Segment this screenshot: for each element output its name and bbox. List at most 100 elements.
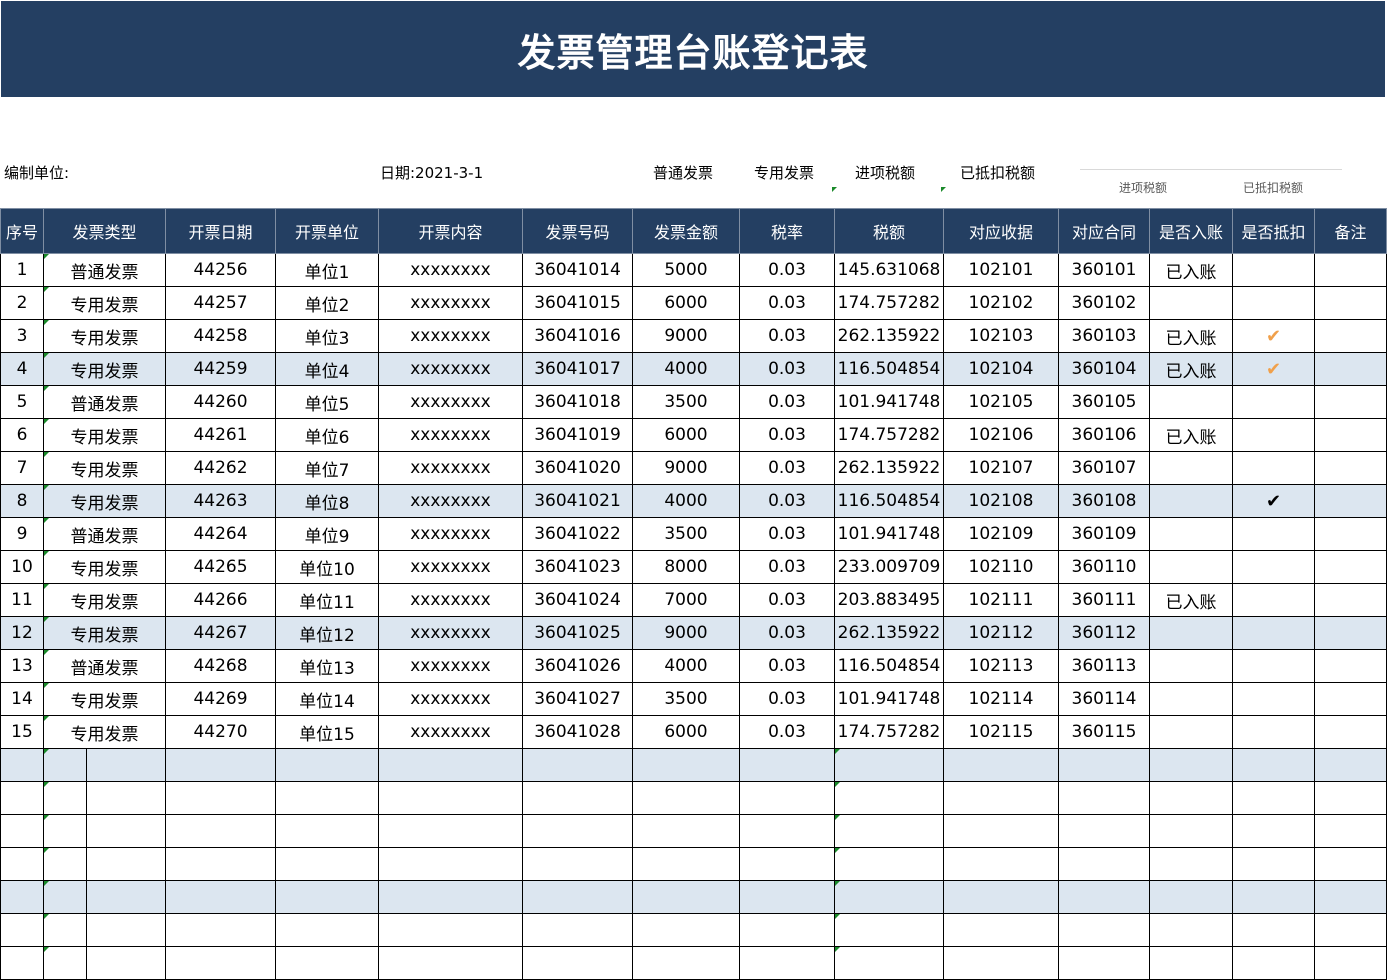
empty-cell[interactable] <box>0 748 44 782</box>
empty-cell[interactable] <box>522 847 633 881</box>
cell-receipt[interactable]: 102108 <box>943 484 1059 518</box>
cell-booked[interactable] <box>1149 682 1233 716</box>
empty-cell[interactable] <box>943 781 1059 815</box>
empty-subcell[interactable] <box>87 750 165 781</box>
empty-cell[interactable] <box>275 814 379 848</box>
cell-rate[interactable]: 0.03 <box>739 385 835 419</box>
empty-cell[interactable] <box>1149 748 1233 782</box>
cell-remark[interactable] <box>1314 286 1387 320</box>
cell-remark[interactable] <box>1314 385 1387 419</box>
empty-subcell[interactable] <box>44 914 87 946</box>
header-cell-unit[interactable]: 开票单位 <box>275 208 379 254</box>
empty-cell[interactable] <box>43 913 166 947</box>
cell-remark[interactable] <box>1314 583 1387 617</box>
header-cell-remark[interactable]: 备注 <box>1314 208 1387 254</box>
cell-number[interactable]: 36041017 <box>522 352 633 386</box>
cell-unit[interactable]: 单位4 <box>275 352 379 386</box>
cell-deducted[interactable] <box>1232 385 1315 419</box>
cell-booked[interactable] <box>1149 649 1233 683</box>
empty-cell[interactable] <box>43 781 166 815</box>
cell-tax[interactable]: 203.883495 <box>834 583 944 617</box>
cell-deducted[interactable] <box>1232 253 1315 287</box>
cell-rate[interactable]: 0.03 <box>739 451 835 485</box>
cell-booked[interactable] <box>1149 715 1233 749</box>
cell-unit[interactable]: 单位13 <box>275 649 379 683</box>
cell-tax[interactable]: 262.135922 <box>834 451 944 485</box>
empty-cell[interactable] <box>165 748 276 782</box>
cell-receipt[interactable]: 102107 <box>943 451 1059 485</box>
empty-cell[interactable] <box>943 946 1059 980</box>
cell-rate[interactable]: 0.03 <box>739 550 835 584</box>
empty-cell[interactable] <box>1314 913 1387 947</box>
cell-no[interactable]: 15 <box>0 715 44 749</box>
cell-no[interactable]: 13 <box>0 649 44 683</box>
cell-booked[interactable]: 已入账 <box>1149 583 1233 617</box>
cell-content[interactable]: xxxxxxxx <box>378 583 523 617</box>
empty-cell[interactable] <box>1232 880 1315 914</box>
empty-cell[interactable] <box>943 814 1059 848</box>
empty-cell[interactable] <box>1314 748 1387 782</box>
cell-date[interactable]: 44264 <box>165 517 276 551</box>
cell-deducted[interactable] <box>1232 616 1315 650</box>
empty-cell[interactable] <box>1314 814 1387 848</box>
cell-tax[interactable]: 116.504854 <box>834 352 944 386</box>
empty-cell[interactable] <box>834 814 944 848</box>
empty-cell[interactable] <box>275 946 379 980</box>
empty-cell[interactable] <box>943 748 1059 782</box>
cell-rate[interactable]: 0.03 <box>739 649 835 683</box>
cell-date[interactable]: 44262 <box>165 451 276 485</box>
empty-cell[interactable] <box>43 748 166 782</box>
empty-cell[interactable] <box>378 946 523 980</box>
empty-cell[interactable] <box>165 814 276 848</box>
cell-contract[interactable]: 360112 <box>1058 616 1150 650</box>
header-cell-no[interactable]: 序号 <box>0 208 44 254</box>
cell-tax[interactable]: 116.504854 <box>834 649 944 683</box>
cell-remark[interactable] <box>1314 682 1387 716</box>
cell-unit[interactable]: 单位5 <box>275 385 379 419</box>
empty-cell[interactable] <box>739 946 835 980</box>
empty-cell[interactable] <box>632 814 740 848</box>
cell-no[interactable]: 3 <box>0 319 44 353</box>
empty-cell[interactable] <box>1058 748 1150 782</box>
cell-remark[interactable] <box>1314 715 1387 749</box>
cell-tax[interactable]: 145.631068 <box>834 253 944 287</box>
cell-deducted[interactable] <box>1232 517 1315 551</box>
empty-cell[interactable] <box>275 880 379 914</box>
cell-date[interactable]: 44267 <box>165 616 276 650</box>
empty-subcell[interactable] <box>87 915 165 946</box>
cell-content[interactable]: xxxxxxxx <box>378 418 523 452</box>
cell-type[interactable]: 专用发票 <box>43 682 166 716</box>
cell-type[interactable]: 专用发票 <box>43 286 166 320</box>
cell-unit[interactable]: 单位8 <box>275 484 379 518</box>
cell-amount[interactable]: 4000 <box>632 649 740 683</box>
cell-amount[interactable]: 3500 <box>632 682 740 716</box>
cell-tax[interactable]: 262.135922 <box>834 616 944 650</box>
empty-subcell[interactable] <box>44 848 87 880</box>
cell-amount[interactable]: 9000 <box>632 319 740 353</box>
cell-type[interactable]: 普通发票 <box>43 649 166 683</box>
empty-cell[interactable] <box>834 748 944 782</box>
cell-contract[interactable]: 360107 <box>1058 451 1150 485</box>
header-cell-number[interactable]: 发票号码 <box>522 208 633 254</box>
empty-subcell[interactable] <box>87 783 165 814</box>
cell-contract[interactable]: 360115 <box>1058 715 1150 749</box>
empty-cell[interactable] <box>1232 748 1315 782</box>
empty-cell[interactable] <box>378 880 523 914</box>
cell-amount[interactable]: 9000 <box>632 451 740 485</box>
cell-receipt[interactable]: 102109 <box>943 517 1059 551</box>
cell-receipt[interactable]: 102113 <box>943 649 1059 683</box>
cell-booked[interactable] <box>1149 616 1233 650</box>
cell-deducted[interactable]: ✔ <box>1232 484 1315 518</box>
empty-cell[interactable] <box>739 748 835 782</box>
cell-remark[interactable] <box>1314 352 1387 386</box>
header-cell-content[interactable]: 开票内容 <box>378 208 523 254</box>
empty-cell[interactable] <box>378 748 523 782</box>
empty-subcell[interactable] <box>44 947 87 979</box>
cell-contract[interactable]: 360102 <box>1058 286 1150 320</box>
empty-cell[interactable] <box>834 880 944 914</box>
cell-amount[interactable]: 9000 <box>632 616 740 650</box>
empty-cell[interactable] <box>378 814 523 848</box>
cell-remark[interactable] <box>1314 451 1387 485</box>
empty-cell[interactable] <box>739 847 835 881</box>
empty-cell[interactable] <box>165 913 276 947</box>
